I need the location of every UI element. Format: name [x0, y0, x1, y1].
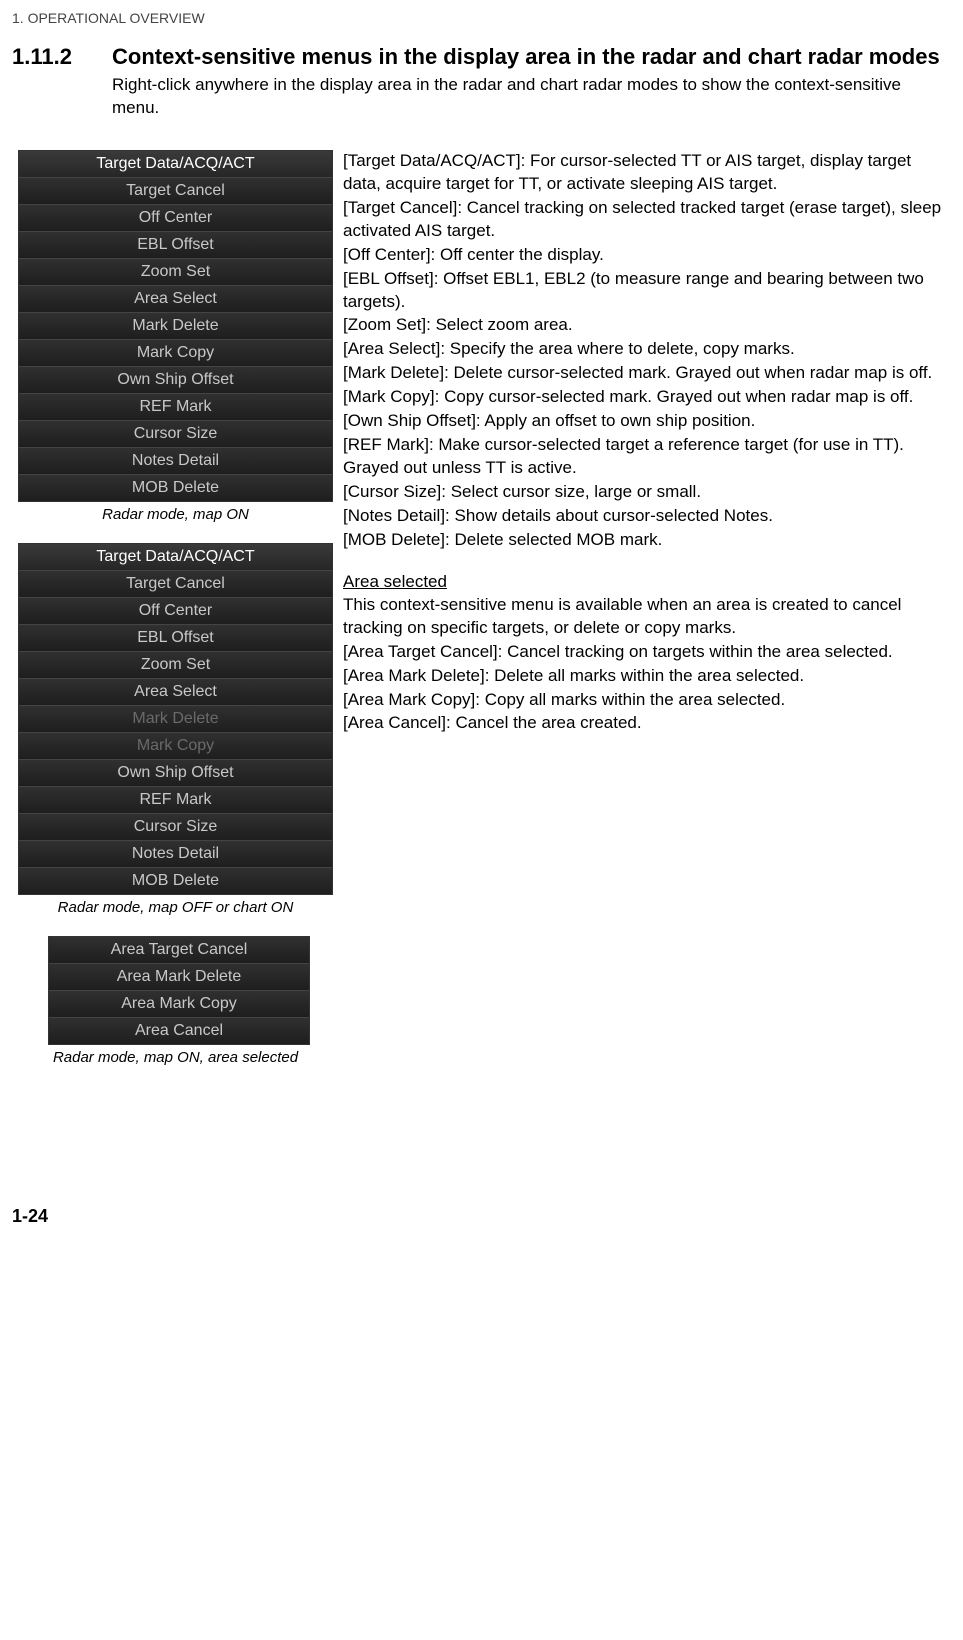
context-menu-map-on: Target Data/ACQ/ACTTarget CancelOff Cent… — [18, 150, 333, 502]
description-line: [Own Ship Offset]: Apply an offset to ow… — [343, 410, 951, 433]
menu-item[interactable]: EBL Offset — [19, 625, 332, 652]
menu-item[interactable]: Zoom Set — [19, 259, 332, 286]
page-number: 1-24 — [12, 1206, 951, 1227]
menu-item[interactable]: Target Cancel — [19, 571, 332, 598]
menu-item[interactable]: Mark Copy — [19, 733, 332, 760]
menu-item[interactable]: Zoom Set — [19, 652, 332, 679]
description-line: [Area Mark Delete]: Delete all marks wit… — [343, 665, 951, 688]
context-menu-map-off: Target Data/ACQ/ACTTarget CancelOff Cent… — [18, 543, 333, 895]
description-line: [Target Data/ACQ/ACT]: For cursor-select… — [343, 150, 951, 196]
menu-item[interactable]: Area Select — [19, 679, 332, 706]
menu-item[interactable]: Target Data/ACQ/ACT — [19, 151, 332, 178]
section-number: 1.11.2 — [12, 44, 112, 70]
description-line: [EBL Offset]: Offset EBL1, EBL2 (to meas… — [343, 268, 951, 314]
menu-item[interactable]: Area Cancel — [49, 1018, 309, 1044]
menu-item[interactable]: Own Ship Offset — [19, 367, 332, 394]
section-title: Context-sensitive menus in the display a… — [112, 44, 951, 70]
menu-item[interactable]: Off Center — [19, 205, 332, 232]
menu-item[interactable]: REF Mark — [19, 394, 332, 421]
menu-item[interactable]: Area Mark Copy — [49, 991, 309, 1018]
description-line: [Mark Delete]: Delete cursor-selected ma… — [343, 362, 951, 385]
description-line: [Target Cancel]: Cancel tracking on sele… — [343, 197, 951, 243]
menu-item[interactable]: Notes Detail — [19, 448, 332, 475]
menu-item[interactable]: Cursor Size — [19, 814, 332, 841]
menu3-caption: Radar mode, map ON, area selected — [18, 1049, 333, 1066]
menu-item[interactable]: MOB Delete — [19, 868, 332, 894]
area-descriptions: [Area Target Cancel]: Cancel tracking on… — [343, 641, 951, 736]
menu-item[interactable]: REF Mark — [19, 787, 332, 814]
section-intro: Right-click anywhere in the display area… — [112, 74, 951, 120]
description-line: [Off Center]: Off center the display. — [343, 244, 951, 267]
description-line: [Cursor Size]: Select cursor size, large… — [343, 481, 951, 504]
menu-item[interactable]: Own Ship Offset — [19, 760, 332, 787]
menu2-caption: Radar mode, map OFF or chart ON — [18, 899, 333, 916]
menu-item[interactable]: Cursor Size — [19, 421, 332, 448]
description-line: [REF Mark]: Make cursor-selected target … — [343, 434, 951, 480]
description-line: [Mark Copy]: Copy cursor-selected mark. … — [343, 386, 951, 409]
chapter-header: 1. OPERATIONAL OVERVIEW — [12, 10, 951, 26]
description-line: [Notes Detail]: Show details about curso… — [343, 505, 951, 528]
description-line: [Area Mark Copy]: Copy all marks within … — [343, 689, 951, 712]
menu-item[interactable]: MOB Delete — [19, 475, 332, 501]
menu-item[interactable]: Off Center — [19, 598, 332, 625]
description-line: [Area Target Cancel]: Cancel tracking on… — [343, 641, 951, 664]
menu-item[interactable]: Target Cancel — [19, 178, 332, 205]
menu-item[interactable]: Mark Copy — [19, 340, 332, 367]
menu-item[interactable]: Mark Delete — [19, 706, 332, 733]
area-selected-heading: Area selected — [343, 571, 447, 594]
menu-item[interactable]: Area Select — [19, 286, 332, 313]
description-line: [MOB Delete]: Delete selected MOB mark. — [343, 529, 951, 552]
menu-item[interactable]: Area Target Cancel — [49, 937, 309, 964]
description-line: [Zoom Set]: Select zoom area. — [343, 314, 951, 337]
menu-item[interactable]: Target Data/ACQ/ACT — [19, 544, 332, 571]
menu-item[interactable]: EBL Offset — [19, 232, 332, 259]
menu-item[interactable]: Area Mark Delete — [49, 964, 309, 991]
context-menu-area: Area Target CancelArea Mark DeleteArea M… — [48, 936, 310, 1045]
description-line: [Area Select]: Specify the area where to… — [343, 338, 951, 361]
description-line: [Area Cancel]: Cancel the area created. — [343, 712, 951, 735]
menu1-caption: Radar mode, map ON — [18, 506, 333, 523]
area-intro: This context-sensitive menu is available… — [343, 594, 951, 640]
menu-descriptions: [Target Data/ACQ/ACT]: For cursor-select… — [343, 150, 951, 552]
menu-item[interactable]: Notes Detail — [19, 841, 332, 868]
menu-item[interactable]: Mark Delete — [19, 313, 332, 340]
